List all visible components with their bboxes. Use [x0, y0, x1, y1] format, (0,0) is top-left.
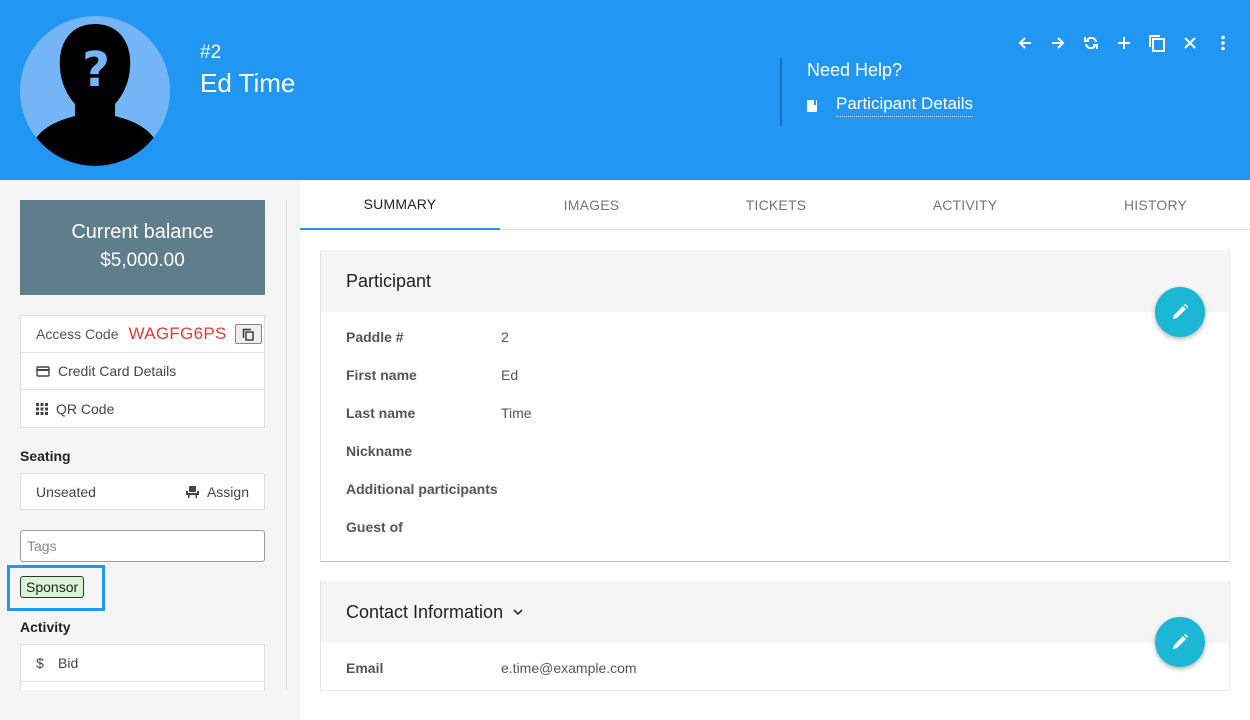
svg-text:?: ? [82, 42, 110, 98]
tab-activity[interactable]: ACTIVITY [869, 180, 1061, 230]
help-divider [780, 58, 782, 126]
field-first-name: First name Ed [321, 356, 1229, 394]
field-label: Additional participants [346, 481, 498, 497]
participant-details-help-link[interactable]: Participant Details [806, 94, 974, 117]
chevron-down-icon [513, 608, 523, 615]
activity-title: Activity [20, 619, 71, 635]
assign-seat-button[interactable]: Assign [185, 483, 249, 500]
access-code-row: Access Code WAGFG6PS [21, 316, 264, 353]
book-icon [807, 99, 817, 112]
field-last-name: Last name Time [321, 394, 1229, 432]
assign-label: Assign [206, 483, 249, 500]
contact-panel-header[interactable]: Contact Information [321, 581, 1229, 643]
seating-status: Unseated [36, 483, 96, 500]
qr-code-label: QR Code [56, 400, 115, 417]
access-code-label: Access Code [36, 326, 119, 342]
tags-input[interactable] [20, 530, 265, 562]
participant-name: Ed Time [200, 68, 296, 98]
field-guest-of: Guest of [321, 508, 1229, 546]
arrow-right-icon [1051, 37, 1064, 49]
main-content: SUMMARY IMAGES TICKETS ACTIVITY HISTORY … [300, 180, 1250, 720]
activity-item-next[interactable] [21, 682, 264, 690]
activity-card: $ Bid [20, 644, 265, 690]
field-email: Email e.time@example.com [321, 649, 1229, 687]
balance-card: Current balance $5,000.00 [20, 200, 265, 295]
tab-tickets[interactable]: TICKETS [683, 180, 869, 230]
back-button[interactable] [1008, 28, 1041, 58]
field-label: Nickname [346, 443, 413, 459]
credit-card-icon [36, 365, 50, 377]
forward-button[interactable] [1041, 28, 1074, 58]
credit-card-details-item[interactable]: Credit Card Details [21, 353, 264, 390]
participant-panel: Participant Paddle # 2 First name Ed Las… [320, 250, 1230, 562]
plus-icon [1117, 37, 1130, 49]
dollar-icon: $ [36, 655, 44, 671]
refresh-icon [1083, 36, 1098, 50]
add-button[interactable] [1107, 28, 1140, 58]
refresh-button[interactable] [1074, 28, 1107, 58]
seat-icon [185, 485, 199, 498]
field-value: Time [501, 405, 532, 421]
pencil-icon [1173, 633, 1189, 649]
left-sidebar: Current balance $5,000.00 Access Code WA… [0, 180, 300, 720]
help-title: Need Help? [807, 60, 903, 80]
qr-code-item[interactable]: QR Code [21, 390, 264, 427]
tab-summary[interactable]: SUMMARY [300, 180, 500, 230]
header-toolbar [1008, 28, 1239, 58]
copy-icon [1148, 35, 1165, 52]
contact-panel: Contact Information Email e.time@example… [320, 581, 1230, 691]
field-additional-participants: Additional participants [321, 470, 1229, 508]
participant-fields: Paddle # 2 First name Ed Last name Time … [321, 312, 1229, 546]
tab-history[interactable]: HISTORY [1061, 180, 1250, 230]
participant-header: ? #2 Ed Time Need Help? Participant Deta… [0, 0, 1250, 180]
avatar: ? [20, 16, 170, 166]
field-nickname: Nickname [321, 432, 1229, 470]
participant-actions-card: Access Code WAGFG6PS Credit Card Details… [20, 315, 265, 428]
more-vert-icon [1220, 35, 1225, 51]
field-label: Guest of [346, 519, 403, 535]
tag-chip-sponsor[interactable]: Sponsor [20, 576, 85, 598]
copy-icon [242, 328, 254, 341]
field-label: Email [346, 660, 384, 676]
close-button[interactable] [1173, 28, 1206, 58]
field-value: Ed [501, 367, 519, 383]
field-paddle: Paddle # 2 [321, 318, 1229, 356]
field-label: Last name [346, 405, 416, 421]
help-link-label: Participant Details [836, 94, 974, 117]
balance-value: $5,000.00 [100, 250, 185, 271]
contact-panel-title: Contact Information [346, 601, 504, 622]
seating-box: Unseated Assign [20, 473, 265, 510]
tab-bar: SUMMARY IMAGES TICKETS ACTIVITY HISTORY [300, 180, 1250, 230]
duplicate-button[interactable] [1140, 28, 1173, 58]
unknown-person-icon: ? [32, 24, 158, 166]
participant-number: #2 [200, 42, 222, 63]
contact-fields: Email e.time@example.com [321, 643, 1229, 687]
edit-contact-button[interactable] [1155, 617, 1205, 667]
arrow-left-icon [1018, 37, 1031, 49]
activity-item-bid[interactable]: $ Bid [21, 645, 264, 682]
more-options-button[interactable] [1206, 28, 1239, 58]
copy-access-code-button[interactable] [234, 324, 262, 344]
field-label: Paddle # [346, 329, 404, 345]
seating-title: Seating [20, 448, 71, 464]
access-code-value: WAGFG6PS [128, 324, 227, 343]
credit-card-details-label: Credit Card Details [58, 363, 177, 379]
participant-panel-title: Participant [321, 250, 1229, 312]
qr-code-icon [36, 402, 48, 415]
sidebar-divider [286, 200, 287, 690]
close-icon [1183, 37, 1196, 49]
field-label: First name [346, 367, 417, 383]
edit-participant-button[interactable] [1155, 287, 1205, 337]
pencil-icon [1173, 303, 1189, 319]
balance-label: Current balance [71, 221, 214, 243]
activity-item-label: Bid [58, 655, 79, 671]
field-value: e.time@example.com [501, 660, 637, 676]
tab-images[interactable]: IMAGES [500, 180, 683, 230]
field-value: 2 [501, 329, 509, 345]
